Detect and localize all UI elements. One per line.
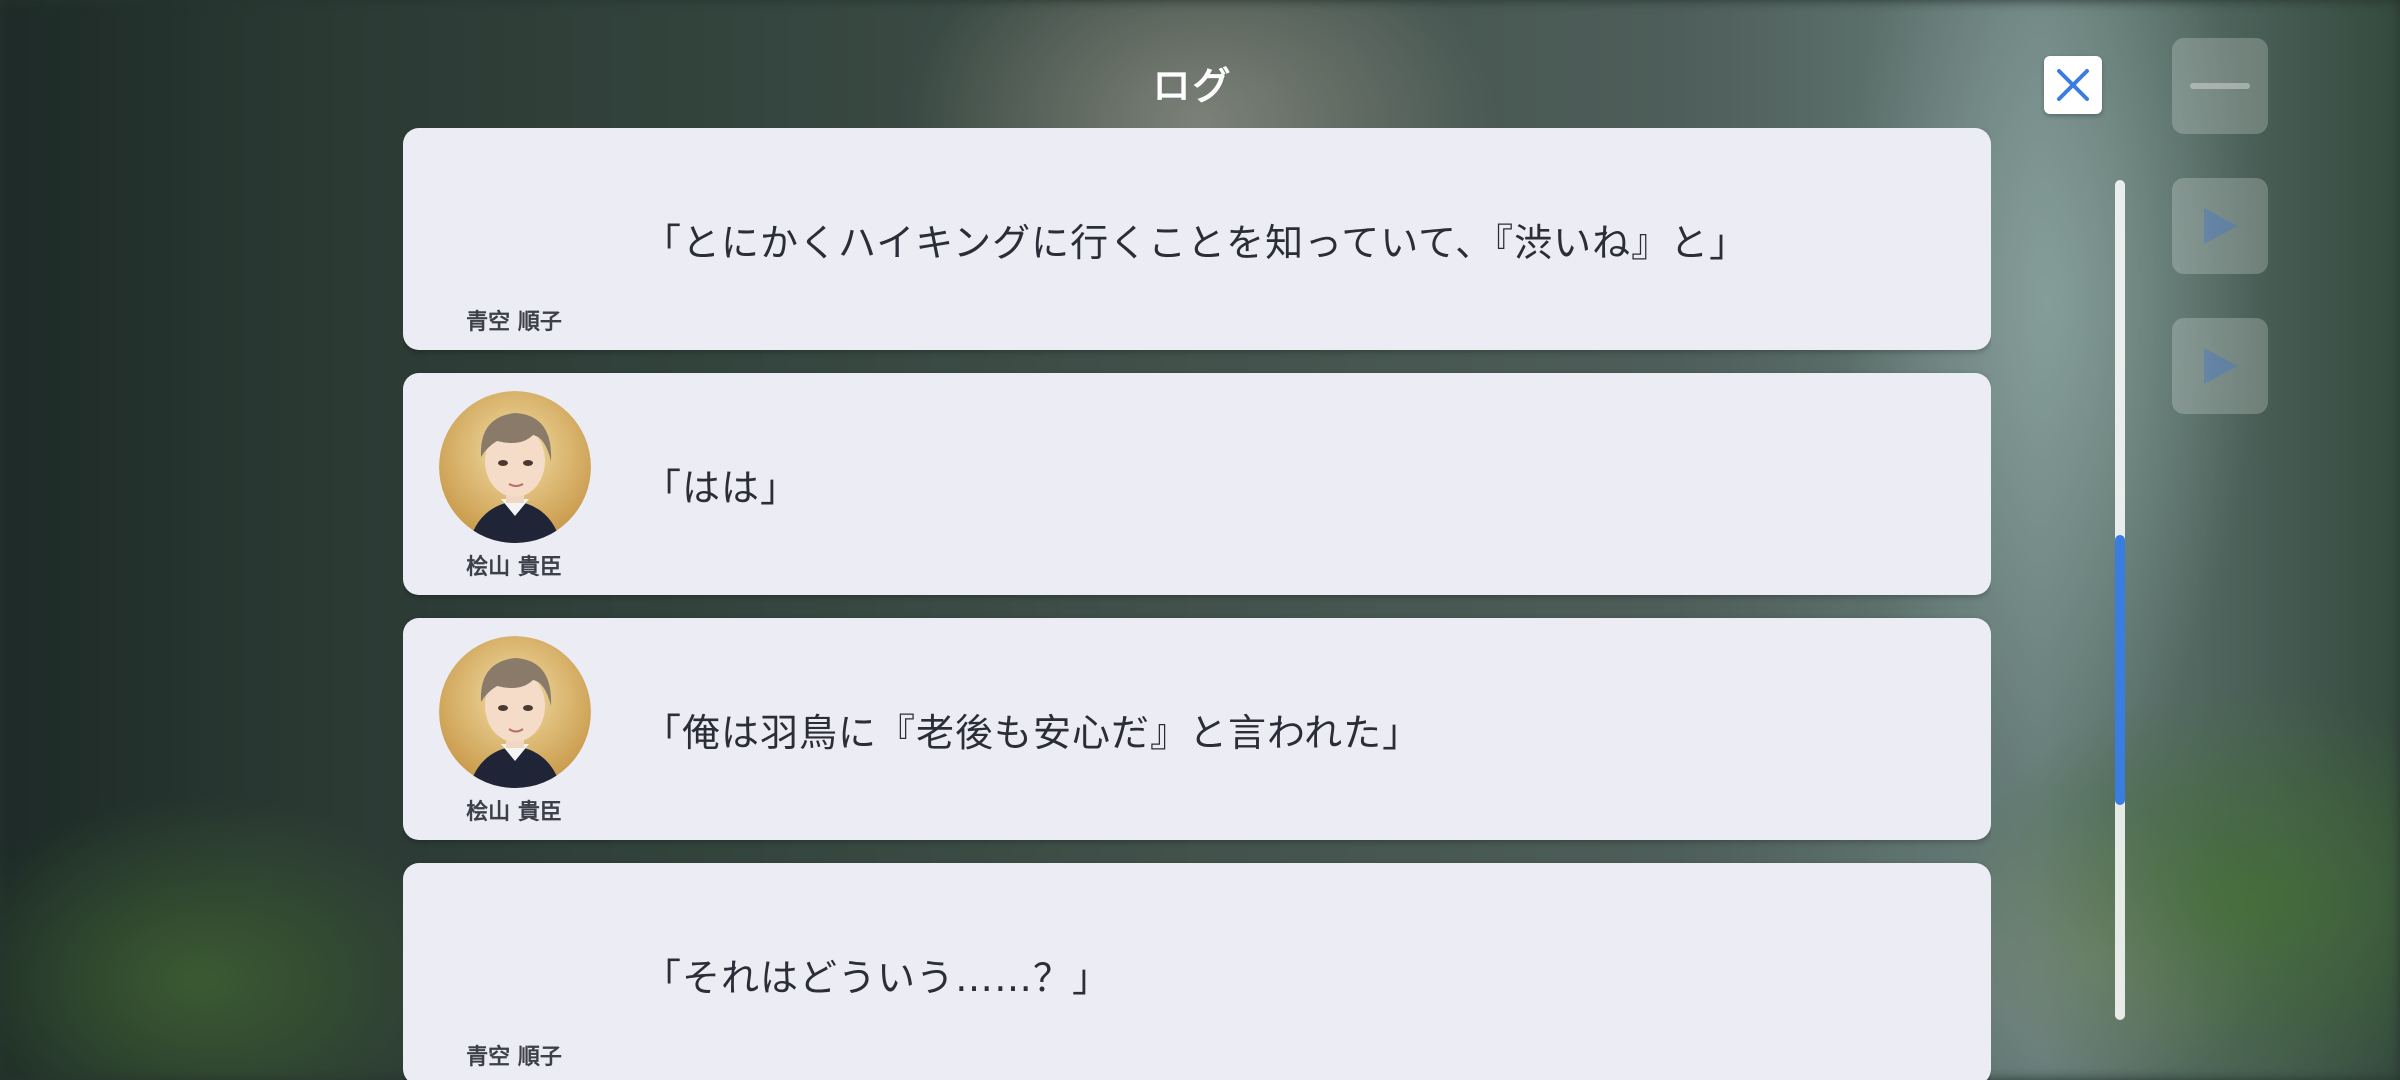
log-entry: 青空 順子 「とにかくハイキングに行くことを知っていて、『渋いね』と」	[403, 128, 1991, 350]
speaker-name: 青空 順子	[466, 310, 562, 335]
log-entry: 桧山 貴臣 「はは」	[403, 373, 1991, 595]
log-entry: 青空 順子 「それはどういう……？」	[403, 863, 1991, 1080]
scrollbar[interactable]	[2115, 180, 2125, 1020]
play-icon	[2204, 208, 2238, 244]
avatar	[439, 636, 591, 788]
scrollbar-thumb[interactable]	[2115, 535, 2125, 805]
speaker-name: 桧山 貴臣	[466, 800, 562, 825]
dialogue-text: 「俺は羽鳥に『老後も安心だ』と言われた」	[643, 710, 1422, 755]
dialogue-text: 「とにかくハイキングに行くことを知っていて、『渋いね』と」	[643, 220, 1749, 265]
dialogue-text: 「はは」	[643, 465, 800, 510]
close-icon	[2057, 69, 2089, 101]
log-list[interactable]: 青空 順子 「とにかくハイキングに行くことを知っていて、『渋いね』と」 桧山 貴…	[403, 128, 1991, 1080]
dialogue-text: 「それはどういう……？」	[643, 955, 1112, 1000]
log-entry: 桧山 貴臣 「俺は羽鳥に『老後も安心だ』と言われた」	[403, 618, 1991, 840]
menu-icon	[2190, 83, 2250, 89]
auto-play-button[interactable]	[2172, 318, 2268, 414]
page-title: ログ	[1152, 64, 1233, 108]
menu-button[interactable]	[2172, 38, 2268, 134]
speaker-name: 桧山 貴臣	[466, 555, 562, 580]
avatar	[439, 391, 591, 543]
speaker-name: 青空 順子	[466, 1045, 562, 1070]
play-button[interactable]	[2172, 178, 2268, 274]
close-button[interactable]	[2044, 56, 2102, 114]
auto-play-icon	[2204, 348, 2238, 384]
